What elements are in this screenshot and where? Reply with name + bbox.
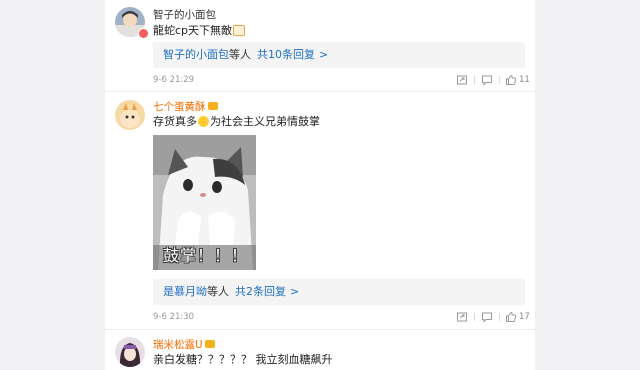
comment-icon[interactable] bbox=[481, 311, 493, 323]
username[interactable]: 七个蛋黄酥 bbox=[153, 101, 218, 113]
divider bbox=[474, 313, 475, 321]
avatar[interactable] bbox=[115, 100, 145, 130]
divider bbox=[474, 76, 475, 84]
vip-crown-icon bbox=[204, 340, 215, 348]
comment-meta: 9-6 21:29 11 bbox=[153, 74, 530, 86]
reply-count-link[interactable]: 共10条回复 bbox=[257, 48, 315, 61]
reply-suffix: 等人 bbox=[207, 285, 229, 298]
comment-text: 亲白发糖？？？？？ 我立刻血糖飙升 bbox=[153, 353, 333, 366]
reply-summary[interactable]: 是慕月呦等人 共2条回复 > bbox=[153, 279, 525, 305]
share-icon[interactable] bbox=[456, 74, 468, 86]
divider bbox=[105, 91, 535, 92]
chevron-right-icon: > bbox=[290, 285, 300, 298]
comment-text-body: 龍蛇cp天下無敵 bbox=[153, 24, 233, 37]
divider bbox=[105, 329, 535, 330]
divider bbox=[499, 313, 500, 321]
timestamp: 9-6 21:30 bbox=[153, 312, 195, 322]
comment-panel: 智子的小面包 龍蛇cp天下無敵 智子的小面包等人 共10条回复 > 9-6 21:2… bbox=[105, 0, 535, 370]
verified-badge-icon bbox=[138, 28, 149, 39]
comment-icon[interactable] bbox=[481, 74, 493, 86]
username[interactable]: 智子的小面包 bbox=[153, 9, 216, 21]
vip-crown-icon bbox=[207, 102, 218, 110]
comment-meta: 9-6 21:30 17 bbox=[153, 311, 530, 323]
image-caption: 鼓掌！！！ bbox=[163, 246, 249, 265]
like-count: 17 bbox=[519, 312, 530, 322]
comment-text: 龍蛇cp天下無敵 bbox=[153, 24, 246, 37]
reply-user-link[interactable]: 是慕月呦 bbox=[163, 285, 207, 298]
comment-text-body: 存货真多 bbox=[153, 115, 197, 128]
comment-text: 存货真多 为社会主义兄弟情鼓掌 bbox=[153, 115, 320, 128]
share-icon[interactable] bbox=[456, 311, 468, 323]
reply-suffix: 等人 bbox=[229, 48, 251, 61]
thumbs-up-icon[interactable] bbox=[505, 311, 517, 323]
divider bbox=[499, 76, 500, 84]
reply-user-link[interactable]: 智子的小面包 bbox=[163, 48, 229, 61]
timestamp: 9-6 21:29 bbox=[153, 75, 195, 85]
avatar[interactable] bbox=[115, 337, 145, 367]
cat-emoji-icon bbox=[233, 25, 246, 36]
reply-summary[interactable]: 智子的小面包等人 共10条回复 > bbox=[153, 42, 525, 68]
reply-count-link[interactable]: 共2条回复 bbox=[235, 285, 286, 298]
comment-text-body: 为社会主义兄弟情鼓掌 bbox=[210, 115, 320, 128]
like-count: 11 bbox=[519, 75, 530, 85]
chevron-right-icon: > bbox=[319, 48, 329, 61]
thumbs-up-icon[interactable] bbox=[505, 74, 517, 86]
username[interactable]: 瑞米松露U bbox=[153, 339, 215, 351]
username-text: 七个蛋黄酥 bbox=[153, 101, 206, 113]
laughing-emoji-icon bbox=[198, 116, 209, 127]
username-text: 瑞米松露U bbox=[153, 339, 203, 351]
comment-image[interactable]: 鼓掌！！！ bbox=[153, 135, 256, 270]
